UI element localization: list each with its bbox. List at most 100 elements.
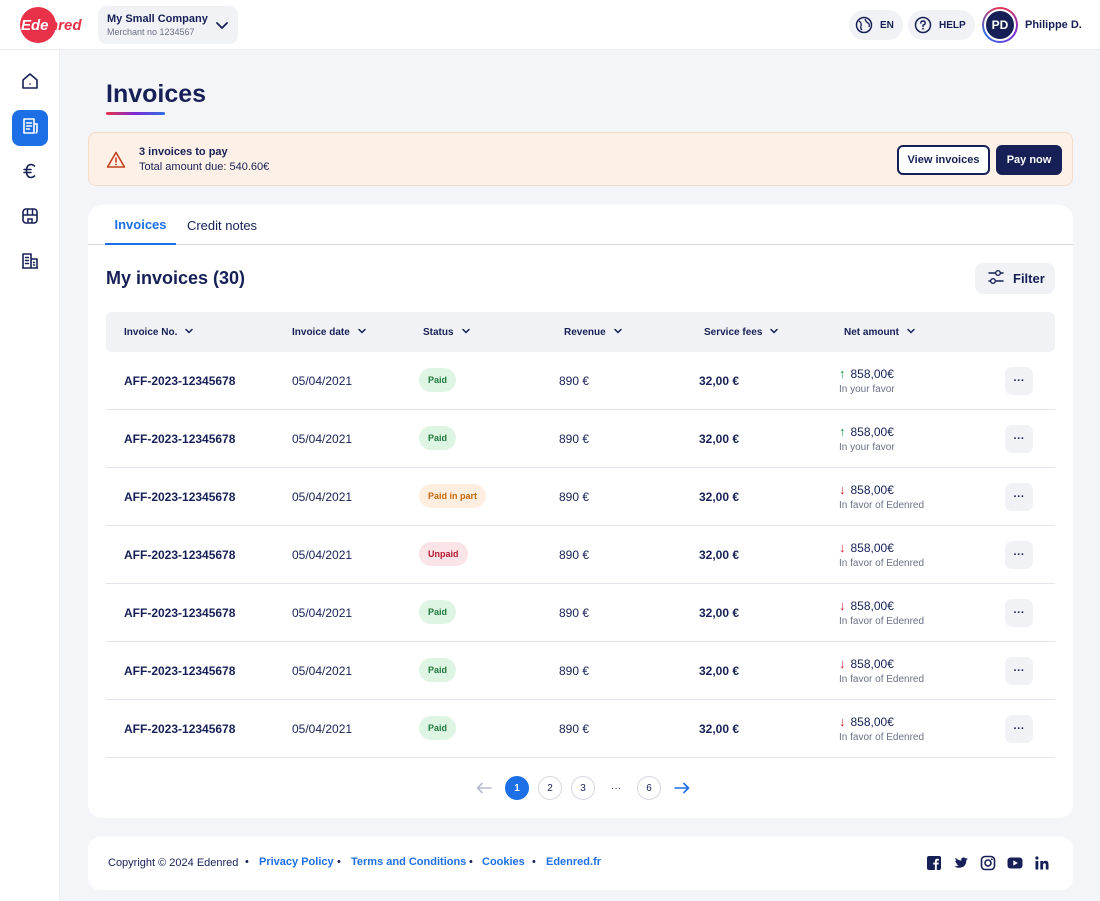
next-page-button[interactable] [670, 776, 694, 800]
revenue-value: 890 € [559, 663, 590, 678]
page-2-button[interactable]: 2 [538, 776, 562, 800]
store-icon [20, 206, 40, 231]
page-6-button[interactable]: 6 [637, 776, 661, 800]
invoice-number[interactable]: AFF-2023-12345678 [124, 584, 235, 641]
chevron-down-icon [184, 326, 194, 339]
net-amount-value: 858,00€ [850, 366, 894, 381]
column-label: Service fees [704, 326, 763, 338]
table-header: Invoice No. Invoice date Status Revenue … [106, 312, 1055, 352]
revenue-value: 890 € [559, 721, 590, 736]
invoice-number[interactable]: AFF-2023-12345678 [124, 700, 235, 757]
more-actions-button[interactable]: ··· [1005, 715, 1033, 743]
pagination: 1 2 3 ··· 6 [472, 776, 694, 800]
invoice-number[interactable]: AFF-2023-12345678 [124, 526, 235, 583]
more-actions-button[interactable]: ··· [1005, 367, 1033, 395]
tab-credit-notes[interactable]: Credit notes [180, 205, 264, 245]
home-icon [20, 71, 40, 96]
page-1-button[interactable]: 1 [505, 776, 529, 800]
more-actions-button[interactable]: ··· [1005, 425, 1033, 453]
column-invoice-date[interactable]: Invoice date [292, 312, 367, 352]
chevron-down-icon [906, 326, 916, 339]
edenred-logo[interactable]: Ede nred [20, 7, 82, 43]
arrow-left-icon [476, 782, 492, 794]
table-row[interactable]: AFF-2023-12345678 05/04/2021 Paid 890 € 32,0… [106, 410, 1055, 468]
more-actions-button[interactable]: ··· [1005, 657, 1033, 685]
building-icon [20, 251, 40, 276]
table-row[interactable]: AFF-2023-12345678 05/04/2021 Paid 890 € 32,0… [106, 700, 1055, 758]
arrow-down-icon: ↓ [839, 482, 846, 497]
facebook-icon[interactable] [926, 855, 942, 871]
more-actions-button[interactable]: ··· [1005, 541, 1033, 569]
arrow-up-icon: ↑ [839, 366, 846, 381]
column-invoice-no[interactable]: Invoice No. [124, 312, 194, 352]
cookies-link[interactable]: Cookies [482, 856, 525, 868]
sidebar-item-company[interactable] [12, 245, 48, 281]
chevron-down-icon [357, 326, 367, 339]
separator-dot: • [532, 856, 536, 868]
user-name[interactable]: Philippe D. [1025, 19, 1082, 31]
sidebar [0, 50, 60, 901]
net-amount: ↑ 858,00€ In your favor [839, 424, 895, 453]
status-badge: Paid [419, 426, 457, 450]
filter-button[interactable]: Filter [975, 263, 1055, 294]
terms-link[interactable]: Terms and Conditions [351, 856, 466, 868]
net-amount-note: In favor of Edenred [839, 558, 925, 569]
table-row[interactable]: AFF-2023-12345678 05/04/2021 Paid 890 € 32,0… [106, 584, 1055, 642]
top-header: Ede nred My Small Company Merchant no 12… [0, 0, 1100, 50]
avatar[interactable]: PD [982, 7, 1018, 43]
invoice-date: 05/04/2021 [292, 431, 353, 446]
sidebar-item-invoices[interactable] [12, 110, 48, 146]
column-service-fees[interactable]: Service fees [704, 312, 779, 352]
more-actions-button[interactable]: ··· [1005, 599, 1033, 627]
privacy-policy-link[interactable]: Privacy Policy [259, 856, 334, 868]
status-badge: Paid [419, 658, 457, 682]
column-status[interactable]: Status [423, 312, 471, 352]
linkedin-icon[interactable] [1034, 855, 1050, 871]
previous-page-button[interactable] [472, 776, 496, 800]
status-badge: Paid in part [419, 484, 487, 508]
net-amount-note: In your favor [839, 384, 895, 395]
column-label: Invoice No. [124, 326, 178, 338]
copyright: Copyright © 2024 Edenred [108, 857, 239, 869]
euro-icon [20, 161, 40, 186]
youtube-icon[interactable] [1007, 855, 1023, 871]
twitter-icon[interactable] [953, 855, 969, 871]
revenue-value: 890 € [559, 489, 590, 504]
page-3-button[interactable]: 3 [571, 776, 595, 800]
invoice-icon [20, 116, 40, 141]
invoice-number[interactable]: AFF-2023-12345678 [124, 352, 235, 409]
sidebar-item-payments[interactable] [12, 155, 48, 191]
merchant-selector[interactable]: My Small Company Merchant no 1234567 [98, 6, 238, 44]
language-button[interactable]: EN [849, 10, 903, 40]
sidebar-item-home[interactable] [12, 65, 48, 101]
more-actions-button[interactable]: ··· [1005, 483, 1033, 511]
invoice-date: 05/04/2021 [292, 373, 353, 388]
service-fees-value: 32,00 € [699, 721, 740, 736]
table-row[interactable]: AFF-2023-12345678 05/04/2021 Paid 890 € 32,0… [106, 352, 1055, 410]
column-label: Invoice date [292, 326, 350, 338]
column-net-amount[interactable]: Net amount [844, 312, 916, 352]
tab-invoices[interactable]: Invoices [105, 205, 176, 245]
sidebar-item-stores[interactable] [12, 200, 48, 236]
pay-now-button[interactable]: Pay now [996, 145, 1062, 175]
invoice-number[interactable]: AFF-2023-12345678 [124, 410, 235, 467]
invoice-number[interactable]: AFF-2023-12345678 [124, 468, 235, 525]
status-badge: Unpaid [419, 542, 468, 566]
table-row[interactable]: AFF-2023-12345678 05/04/2021 Paid 890 € 32,0… [106, 642, 1055, 700]
view-invoices-button[interactable]: View invoices [897, 145, 990, 175]
edenred-fr-link[interactable]: Edenred.fr [546, 856, 601, 868]
table-row[interactable]: AFF-2023-12345678 05/04/2021 Paid in part 8… [106, 468, 1055, 526]
help-icon [913, 15, 933, 35]
column-revenue[interactable]: Revenue [564, 312, 623, 352]
invoice-date: 05/04/2021 [292, 489, 353, 504]
service-fees-value: 32,00 € [699, 547, 740, 562]
user-menu[interactable]: PD Philippe D. [982, 7, 1082, 43]
help-label: HELP [939, 19, 966, 31]
invoice-number[interactable]: AFF-2023-12345678 [124, 642, 235, 699]
instagram-icon[interactable] [980, 855, 996, 871]
help-button[interactable]: HELP [908, 10, 975, 40]
invoice-date: 05/04/2021 [292, 721, 353, 736]
table-row[interactable]: AFF-2023-12345678 05/04/2021 Unpaid 890 € 32… [106, 526, 1055, 584]
column-label: Net amount [844, 326, 899, 338]
service-fees-value: 32,00 € [699, 431, 740, 446]
